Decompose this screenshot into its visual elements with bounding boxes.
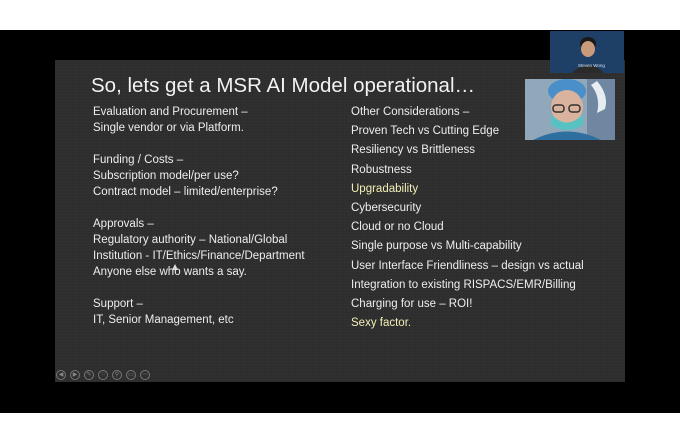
slideshow-controls: ◀ ▶ ✎ ☜ ⚲ ▭ ⋯: [56, 370, 150, 380]
mouse-cursor-icon: [172, 264, 178, 270]
participant-name: Steven Wong: [578, 63, 605, 68]
right-column: Other Considerations – Proven Tech vs Cu…: [351, 104, 601, 334]
left-column: Evaluation and Procurement – Single vend…: [93, 104, 343, 328]
funding-detail-2: Contract model – limited/enterprise?: [93, 186, 278, 198]
approvals-detail-2: Institution - IT/Ethics/Finance/Departme…: [93, 250, 305, 262]
consideration-item: Proven Tech vs Cutting Edge: [351, 125, 500, 138]
consideration-item: Cybersecurity: [351, 201, 422, 214]
presentation-slide: So, lets get a MSR AI Model operational……: [55, 60, 625, 382]
consideration-item: Integration to existing RISPACS/EMR/Bill…: [351, 278, 576, 291]
evaluation-detail: Single vendor or via Platform.: [93, 122, 244, 134]
zoom-icon[interactable]: ⚲: [112, 370, 122, 380]
pointer-icon[interactable]: ☜: [98, 370, 108, 380]
funding-detail-1: Subscription model/per use?: [93, 170, 239, 182]
more-icon[interactable]: ⋯: [140, 370, 150, 380]
subtitles-icon[interactable]: ▭: [126, 370, 136, 380]
consideration-item: User Interface Friendliness – design vs …: [351, 259, 584, 272]
consideration-item-highlighted: Sexy factor.: [351, 317, 412, 330]
prev-icon[interactable]: ◀: [56, 370, 66, 380]
support-detail: IT, Senior Management, etc: [93, 314, 234, 326]
support-heading: Support –: [93, 298, 143, 310]
consideration-item: Single purpose vs Multi-capability: [351, 240, 522, 253]
consideration-item: Charging for use – ROI!: [351, 297, 473, 310]
approvals-detail-3: Anyone else who wants a say.: [93, 266, 247, 278]
slide-title: So, lets get a MSR AI Model operational…: [91, 74, 476, 97]
consideration-item: Cloud or no Cloud: [351, 221, 444, 234]
evaluation-heading: Evaluation and Procurement –: [93, 106, 248, 118]
consideration-item-highlighted: Upgradability: [351, 182, 419, 195]
next-icon[interactable]: ▶: [70, 370, 80, 380]
approvals-heading: Approvals –: [93, 218, 154, 230]
pen-icon[interactable]: ✎: [84, 370, 94, 380]
approvals-detail-1: Regulatory authority – National/Global: [93, 234, 288, 246]
consideration-item: Robustness: [351, 163, 412, 176]
consideration-item: Resiliency vs Brittleness: [351, 144, 475, 157]
participant-video-tile[interactable]: The Future of Radiology Steven Wong: [550, 31, 624, 73]
considerations-heading: Other Considerations –: [351, 106, 470, 118]
funding-heading: Funding / Costs –: [93, 154, 184, 166]
